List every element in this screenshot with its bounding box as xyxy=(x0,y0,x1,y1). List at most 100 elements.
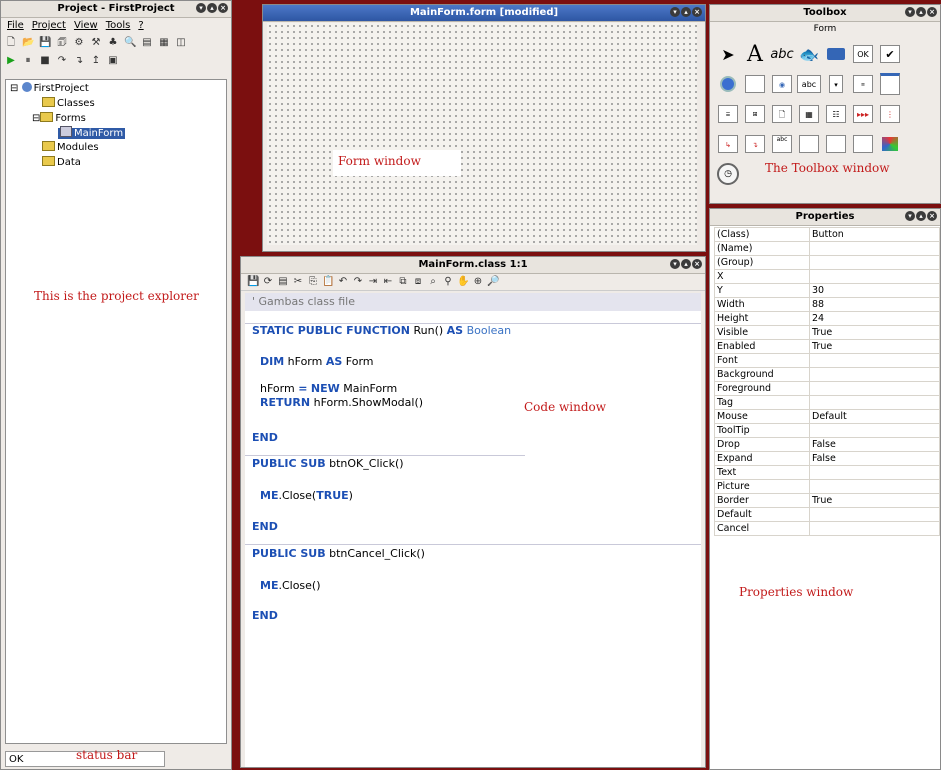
tabstrip-tool[interactable] xyxy=(824,133,848,155)
textlabel-tool[interactable]: abc xyxy=(770,43,794,65)
toolbutton-tool[interactable]: ◉ xyxy=(770,73,794,95)
checkbox-tool[interactable]: ✔ xyxy=(878,43,902,65)
pointer-tool[interactable]: ➤ xyxy=(716,43,740,65)
maximize-icon[interactable]: ▴ xyxy=(681,7,691,17)
stop-icon[interactable]: ■ xyxy=(39,55,51,67)
close-icon[interactable]: × xyxy=(218,3,228,13)
step-into-icon[interactable]: ↴ xyxy=(73,55,85,67)
property-value[interactable] xyxy=(809,255,940,270)
drawingarea-tool[interactable] xyxy=(878,133,902,155)
step-over-icon[interactable]: ↷ xyxy=(56,55,68,67)
menu-file[interactable]: File xyxy=(7,18,24,34)
property-value[interactable] xyxy=(809,521,940,536)
window-icon[interactable]: ◫ xyxy=(175,37,187,49)
property-row[interactable]: ToolTip xyxy=(714,423,940,438)
property-row[interactable]: Picture xyxy=(714,479,940,494)
indent-icon[interactable]: ⇥ xyxy=(367,276,379,288)
property-row[interactable]: Enabled True xyxy=(714,339,940,354)
property-row[interactable]: Default xyxy=(714,507,940,522)
listbox-tool[interactable]: ≡ xyxy=(851,73,875,95)
property-value[interactable] xyxy=(809,241,940,256)
minimize-icon[interactable]: ▾ xyxy=(670,7,680,17)
property-value[interactable] xyxy=(809,395,940,410)
comment-icon[interactable]: ⧉ xyxy=(397,276,409,288)
grid-icon[interactable]: ▦ xyxy=(158,37,170,49)
terminal-icon[interactable]: ▣ xyxy=(107,55,119,67)
property-value[interactable] xyxy=(809,479,940,494)
maximize-icon[interactable]: ▴ xyxy=(916,211,926,221)
property-row[interactable]: Expand False xyxy=(714,451,940,466)
binoculars-icon[interactable]: ⚲ xyxy=(442,276,454,288)
maximize-icon[interactable]: ▴ xyxy=(681,259,691,269)
property-row[interactable]: Drop False xyxy=(714,437,940,452)
copy-icon[interactable]: ⎘ xyxy=(307,276,319,288)
compile-icon[interactable]: ⚒ xyxy=(90,37,102,49)
property-row[interactable]: Background xyxy=(714,367,940,382)
gridview-tool[interactable]: ▦ xyxy=(797,103,821,125)
property-row[interactable]: Text xyxy=(714,465,940,480)
code-editor[interactable]: ' Gambas class file STATIC PUBLIC FUNCTI… xyxy=(245,293,701,767)
search-icon[interactable]: 🔍 xyxy=(124,37,136,49)
close-icon[interactable]: × xyxy=(927,211,937,221)
property-value[interactable]: 88 xyxy=(809,297,940,312)
menu-tools[interactable]: Tools xyxy=(106,18,131,34)
step-out-icon[interactable]: ↥ xyxy=(90,55,102,67)
unindent-icon[interactable]: ⇤ xyxy=(382,276,394,288)
property-value[interactable]: True xyxy=(809,339,940,354)
property-value[interactable]: False xyxy=(809,437,940,452)
save-icon[interactable]: 💾 xyxy=(247,276,259,288)
property-row[interactable]: Tag xyxy=(714,395,940,410)
find-icon[interactable]: ⌕ xyxy=(427,276,439,288)
treeview-tool[interactable]: ⊞ xyxy=(743,103,767,125)
property-value[interactable] xyxy=(809,367,940,382)
tree-item-mainform[interactable]: MainForm xyxy=(58,126,126,140)
property-row[interactable]: (Class) Button xyxy=(714,227,940,242)
property-value[interactable] xyxy=(809,507,940,522)
form-titlebar[interactable]: MainForm.form [modified] ▾ ▴ × xyxy=(263,5,705,22)
hand-icon[interactable]: ✋ xyxy=(457,276,469,288)
save-icon[interactable]: 💾 xyxy=(39,37,51,49)
minimize-icon[interactable]: ▾ xyxy=(196,3,206,13)
close-icon[interactable]: × xyxy=(692,7,702,17)
property-row[interactable]: Visible True xyxy=(714,325,940,340)
vbox-tool[interactable]: ⋮ xyxy=(878,103,902,125)
picture-tool[interactable]: 🐟 xyxy=(797,43,821,65)
iconview-tool[interactable]: 🗋 xyxy=(770,103,794,125)
label-tool[interactable]: A xyxy=(743,42,767,67)
property-value[interactable] xyxy=(809,465,940,480)
uncomment-icon[interactable]: ⧈ xyxy=(412,276,424,288)
toolbox-titlebar[interactable]: Toolbox ▾ ▴ × xyxy=(710,5,940,22)
code-titlebar[interactable]: MainForm.class 1:1 ▾ ▴ × xyxy=(241,257,705,274)
property-row[interactable]: Border True xyxy=(714,493,940,508)
menu-view[interactable]: View xyxy=(74,18,98,34)
tree-item-classes[interactable]: Classes xyxy=(42,97,95,111)
make-icon[interactable]: ♣ xyxy=(107,37,119,49)
properties-icon[interactable]: 🗊 xyxy=(56,37,68,49)
close-icon[interactable]: × xyxy=(927,7,937,17)
property-value[interactable]: Default xyxy=(809,409,940,424)
toggle-tool[interactable] xyxy=(743,73,767,95)
radio-tool[interactable] xyxy=(716,73,740,95)
property-row[interactable]: Y 30 xyxy=(714,283,940,298)
property-row[interactable]: Cancel xyxy=(714,521,940,536)
form-design-grid[interactable] xyxy=(267,23,697,245)
property-row[interactable]: Foreground xyxy=(714,381,940,396)
zoom-icon[interactable]: ⊕ xyxy=(472,276,484,288)
new-file-icon[interactable]: 🗋 xyxy=(5,37,17,49)
minimize-icon[interactable]: ▾ xyxy=(670,259,680,269)
scrollview-tool[interactable] xyxy=(851,133,875,155)
minimize-icon[interactable]: ▾ xyxy=(905,7,915,17)
menu-project[interactable]: Project xyxy=(32,18,66,34)
property-row[interactable]: (Group) xyxy=(714,255,940,270)
tree-item-modules[interactable]: Modules xyxy=(42,141,99,155)
listview-tool[interactable]: ☰ xyxy=(716,103,740,125)
property-value[interactable]: Button xyxy=(809,227,940,242)
property-row[interactable]: Width 88 xyxy=(714,297,940,312)
reload-icon[interactable]: ⟳ xyxy=(262,276,274,288)
hbox-tool[interactable]: ▸▸▸ xyxy=(851,103,875,125)
property-value[interactable]: True xyxy=(809,325,940,340)
menu-help[interactable]: ? xyxy=(138,18,143,34)
property-value[interactable] xyxy=(809,353,940,368)
properties-titlebar[interactable]: Properties ▾ ▴ × xyxy=(710,209,940,226)
property-row[interactable]: Height 24 xyxy=(714,311,940,326)
